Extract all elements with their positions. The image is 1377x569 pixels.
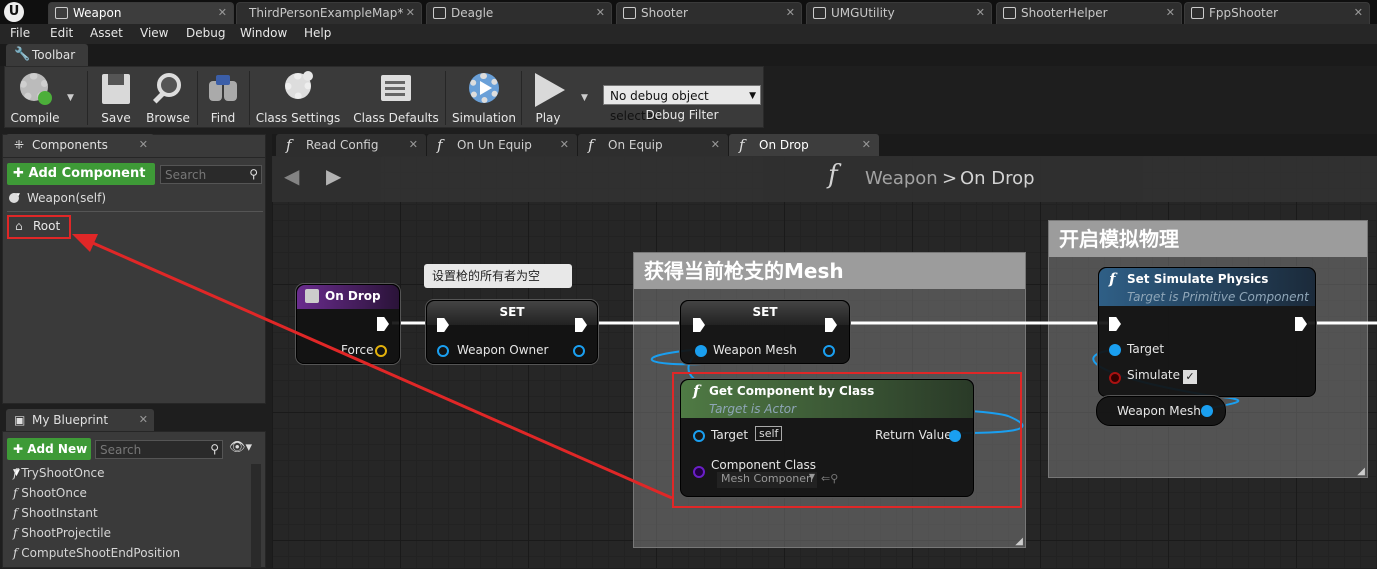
annotation-arrow-line	[85, 238, 673, 500]
annotation-arrow-layer	[72, 234, 673, 500]
